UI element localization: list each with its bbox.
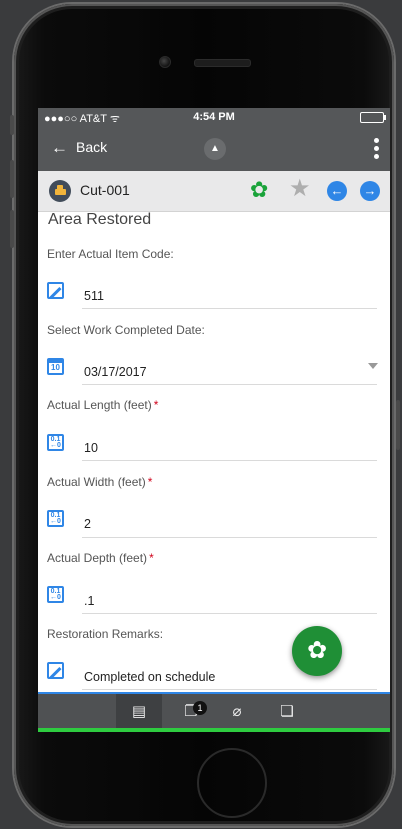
back-label: Back bbox=[76, 139, 108, 155]
width-label: Actual Width (feet) * bbox=[47, 475, 153, 489]
measure-icon: 0.1 ←0 bbox=[47, 586, 67, 606]
title-bar: Cut-001 ✿ ★ ← → bbox=[38, 171, 390, 212]
power-button bbox=[396, 400, 400, 450]
back-arrow-icon: ← bbox=[51, 138, 68, 157]
settings-fab-button[interactable]: ✿ bbox=[292, 626, 342, 676]
copies-badge: 1 bbox=[193, 701, 207, 715]
section-title: Area Restored bbox=[48, 211, 152, 228]
date-label: Select Work Completed Date: bbox=[47, 323, 205, 337]
volume-up-button bbox=[10, 160, 14, 198]
tab-paperclip-icon[interactable]: ⌀ bbox=[214, 694, 260, 730]
chevron-down-icon[interactable] bbox=[368, 363, 378, 369]
work-item-title: Cut-001 bbox=[80, 182, 130, 198]
star-icon[interactable]: ★ bbox=[289, 176, 311, 202]
screen: ●●●○○ AT&T ᯤ 4:54 PM ← Back ▲ Cut-001 ✿ ★… bbox=[38, 108, 390, 732]
length-field[interactable]: 10 bbox=[84, 441, 98, 455]
edit-icon bbox=[47, 662, 67, 682]
field-underline bbox=[82, 537, 377, 538]
item-code-label: Enter Actual Item Code: bbox=[47, 247, 174, 261]
field-underline bbox=[82, 460, 377, 461]
kebab-menu-icon[interactable] bbox=[374, 138, 380, 160]
next-icon[interactable]: → bbox=[360, 181, 380, 201]
field-underline bbox=[82, 689, 377, 690]
bottom-tab-bar: ▤ ❐ 1 ⌀ ❏ bbox=[38, 692, 390, 730]
truck-avatar-icon bbox=[49, 180, 71, 202]
measure-icon: 0.1 ←0 bbox=[47, 510, 67, 530]
calendar-icon: 10 bbox=[47, 358, 67, 378]
item-code-field[interactable]: 511 bbox=[84, 289, 104, 303]
clock: 4:54 PM bbox=[193, 111, 235, 123]
measure-icon: 0.1 ←0 bbox=[47, 434, 67, 454]
field-underline bbox=[82, 613, 377, 614]
tab-document-icon[interactable]: ▤ bbox=[116, 694, 162, 730]
edit-icon bbox=[47, 282, 67, 302]
length-label: Actual Length (feet) * bbox=[47, 398, 159, 412]
field-underline bbox=[82, 308, 377, 309]
cone-icon[interactable]: ▲ bbox=[204, 138, 226, 160]
width-field[interactable]: 2 bbox=[84, 517, 91, 531]
tab-copies[interactable]: ❐ 1 bbox=[168, 694, 214, 730]
remarks-field[interactable]: Completed on schedule bbox=[84, 670, 215, 684]
form-content: Area Restored Enter Actual Item Code: 51… bbox=[38, 211, 390, 692]
date-field[interactable]: 03/17/2017 bbox=[84, 365, 147, 379]
status-bar: ●●●○○ AT&T ᯤ 4:54 PM bbox=[38, 108, 390, 126]
volume-down-button bbox=[10, 210, 14, 248]
back-button[interactable]: ← Back bbox=[51, 138, 107, 158]
field-underline bbox=[82, 384, 377, 385]
app-bar: ← Back ▲ bbox=[38, 126, 390, 171]
gear-icon[interactable]: ✿ bbox=[250, 178, 268, 202]
remarks-label: Restoration Remarks: bbox=[47, 627, 164, 641]
previous-icon[interactable]: ← bbox=[327, 181, 347, 201]
speaker bbox=[194, 59, 251, 67]
tab-comments-icon[interactable]: ❏ bbox=[264, 694, 310, 730]
battery-icon bbox=[360, 112, 386, 123]
mute-switch bbox=[10, 115, 14, 135]
home-button[interactable] bbox=[197, 748, 267, 818]
depth-label: Actual Depth (feet) * bbox=[47, 551, 154, 565]
depth-field[interactable]: .1 bbox=[84, 594, 94, 608]
camera bbox=[159, 56, 171, 68]
bottom-accent-bar bbox=[38, 728, 390, 732]
